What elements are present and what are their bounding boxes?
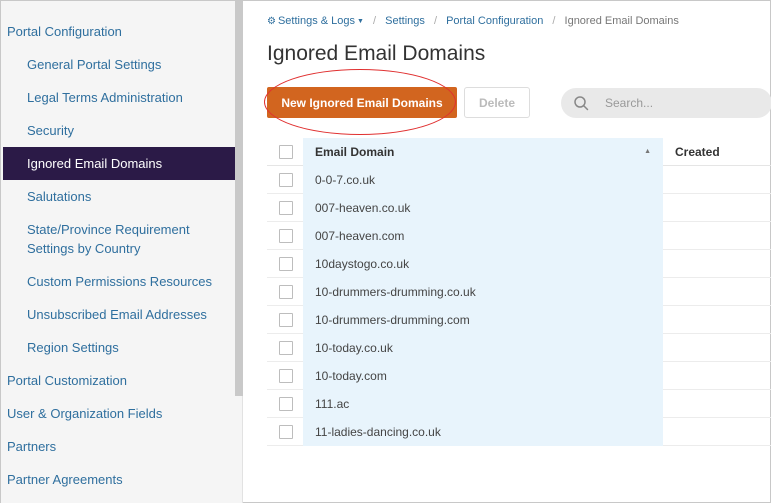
email-domain-cell: 10daystogo.co.uk: [303, 250, 663, 278]
table-row[interactable]: 10-today.com: [267, 362, 771, 390]
breadcrumb-settings[interactable]: Settings: [385, 15, 425, 27]
sidebar-item-legal-terms-administration[interactable]: Legal Terms Administration: [27, 81, 183, 114]
breadcrumb-separator: /: [373, 15, 377, 27]
table-row[interactable]: 007-heaven.co.uk: [267, 194, 771, 222]
search-input[interactable]: [605, 93, 765, 113]
breadcrumb-root-label: Settings & Logs: [277, 15, 356, 27]
sidebar-item-partner-agreements[interactable]: Partner Agreements: [7, 463, 123, 496]
breadcrumb-portal-configuration[interactable]: Portal Configuration: [446, 15, 543, 27]
new-ignored-email-domains-button[interactable]: New Ignored Email Domains: [267, 87, 457, 118]
table-row[interactable]: 0-0-7.co.uk: [267, 166, 771, 194]
caret-down-icon: ▼: [357, 18, 364, 25]
sidebar-item-user-organization-fields[interactable]: User & Organization Fields: [7, 397, 162, 430]
row-checkbox[interactable]: [279, 369, 293, 383]
column-header-email-domain[interactable]: Email Domain ▲: [303, 138, 663, 166]
sidebar-item-general-portal-settings[interactable]: General Portal Settings: [27, 48, 161, 81]
sidebar-item-ignored-email-domains[interactable]: Ignored Email Domains: [3, 147, 236, 180]
email-domain-cell: 007-heaven.com: [303, 222, 663, 250]
select-all-checkbox[interactable]: [279, 145, 293, 159]
email-domain-cell: 10-today.com: [303, 362, 663, 390]
page-title: Ignored Email Domains: [267, 42, 486, 65]
email-domain-cell: 10-drummers-drumming.co.uk: [303, 278, 663, 306]
breadcrumb: ⚙ Settings & Logs ▼ / Settings / Portal Co…: [267, 15, 679, 27]
email-domain-cell: 10-today.co.uk: [303, 334, 663, 362]
sidebar-item-state-province-requirement-settings[interactable]: State/Province Requirement Settings by C…: [27, 220, 227, 258]
breadcrumb-settings-logs[interactable]: ⚙ Settings & Logs ▼: [267, 15, 367, 27]
table-row[interactable]: 10daystogo.co.uk: [267, 250, 771, 278]
email-domain-cell: 111.ac: [303, 390, 663, 418]
table-row[interactable]: 10-drummers-drumming.co.uk: [267, 278, 771, 306]
search-icon[interactable]: [573, 95, 589, 111]
email-domain-cell: 10-drummers-drumming.com: [303, 306, 663, 334]
row-checkbox[interactable]: [279, 425, 293, 439]
table-row[interactable]: 10-drummers-drumming.com: [267, 306, 771, 334]
sidebar: Portal Configuration General Portal Sett…: [1, 1, 243, 503]
sidebar-item-unsubscribed-email-addresses[interactable]: Unsubscribed Email Addresses: [27, 298, 207, 331]
gear-icon: ⚙: [267, 16, 276, 27]
sidebar-item-portal-configuration[interactable]: Portal Configuration: [7, 15, 122, 48]
breadcrumb-separator: /: [552, 15, 556, 27]
search-box: [561, 88, 771, 118]
row-checkbox[interactable]: [279, 229, 293, 243]
sort-ascending-icon[interactable]: ▲: [644, 138, 651, 166]
table-row[interactable]: 10-today.co.uk: [267, 334, 771, 362]
email-domain-cell: 007-heaven.co.uk: [303, 194, 663, 222]
sidebar-item-custom-permissions-resources[interactable]: Custom Permissions Resources: [27, 265, 212, 298]
sidebar-item-salutations[interactable]: Salutations: [27, 180, 91, 213]
column-header-created[interactable]: Created: [675, 138, 720, 166]
row-checkbox[interactable]: [279, 201, 293, 215]
table-row[interactable]: 111.ac: [267, 390, 771, 418]
sidebar-item-region-settings[interactable]: Region Settings: [27, 331, 119, 364]
email-domain-cell: 11-ladies-dancing.co.uk: [303, 418, 663, 446]
sidebar-item-portal-customization[interactable]: Portal Customization: [7, 364, 127, 397]
row-checkbox[interactable]: [279, 341, 293, 355]
table-row[interactable]: 11-ladies-dancing.co.uk: [267, 418, 771, 446]
main-content: ⚙ Settings & Logs ▼ / Settings / Portal Co…: [244, 1, 771, 503]
delete-button[interactable]: Delete: [464, 87, 530, 118]
sidebar-item-partners[interactable]: Partners: [7, 430, 56, 463]
table-row[interactable]: 007-heaven.com: [267, 222, 771, 250]
email-domain-cell: 0-0-7.co.uk: [303, 166, 663, 194]
table-header: Email Domain ▲ Created: [267, 138, 771, 166]
row-checkbox[interactable]: [279, 313, 293, 327]
column-header-email-domain-label: Email Domain: [315, 145, 395, 159]
sidebar-item-security[interactable]: Security: [27, 114, 74, 147]
row-checkbox[interactable]: [279, 173, 293, 187]
breadcrumb-current: Ignored Email Domains: [564, 15, 679, 27]
breadcrumb-separator: /: [433, 15, 438, 27]
sidebar-scrollbar[interactable]: [235, 1, 243, 396]
row-checkbox[interactable]: [279, 285, 293, 299]
row-checkbox[interactable]: [279, 257, 293, 271]
row-checkbox[interactable]: [279, 397, 293, 411]
